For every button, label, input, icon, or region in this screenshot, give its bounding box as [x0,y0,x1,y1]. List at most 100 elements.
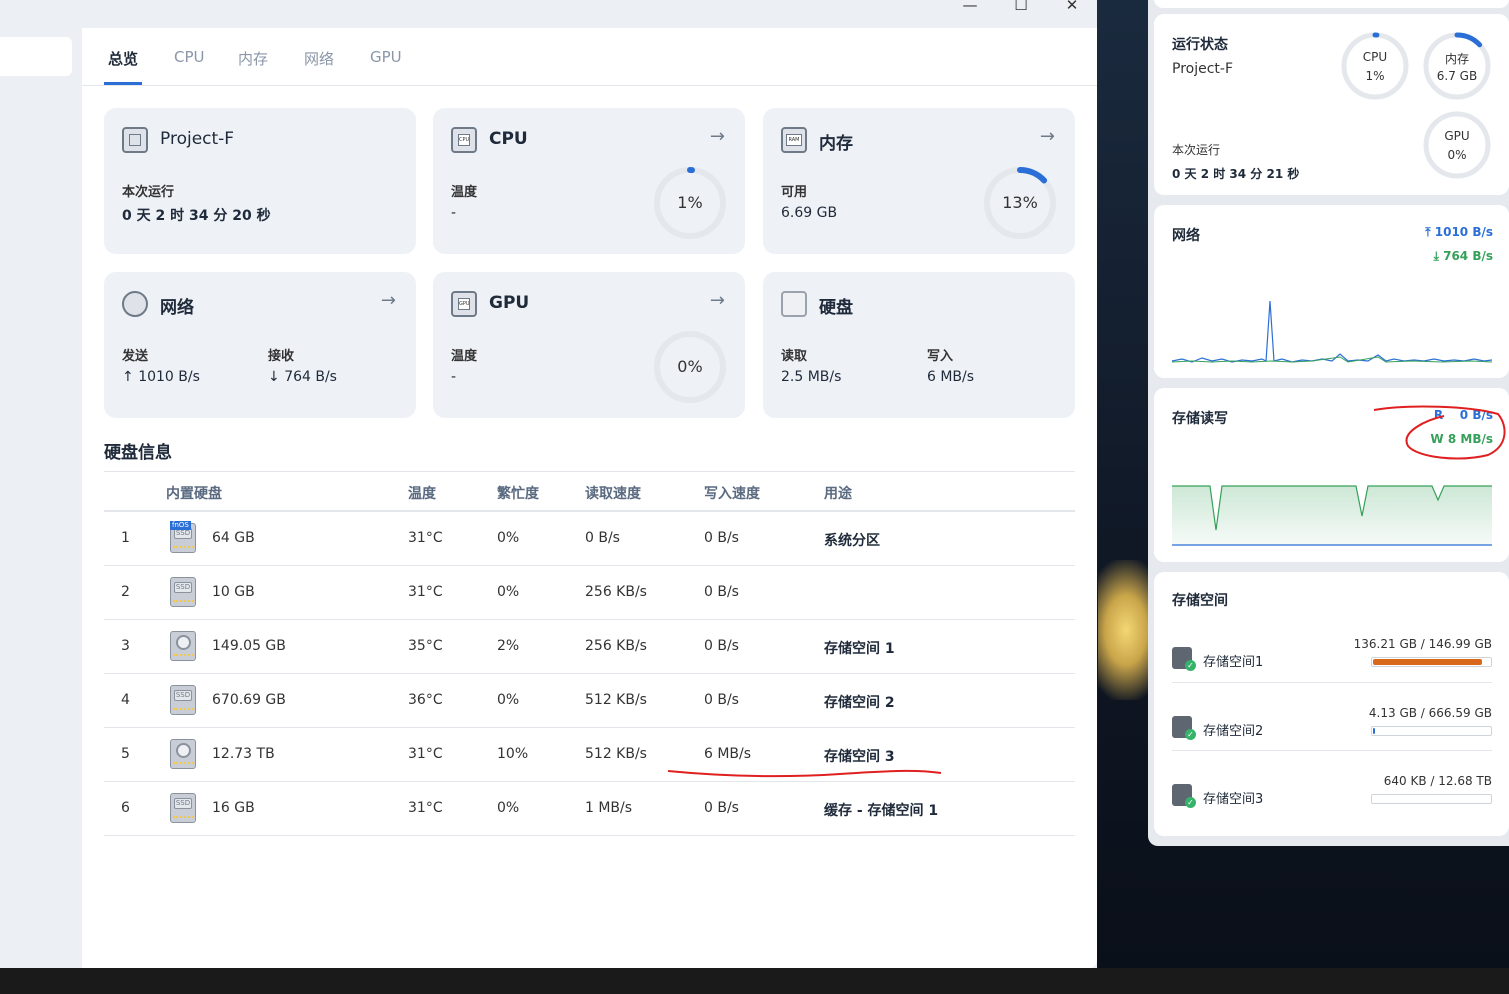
col-use: 用途 [824,486,852,502]
storage-io-title: 存储读写 [1172,411,1228,427]
disk-use: 系统分区 [824,533,880,549]
disk-table-header: 内置硬盘 温度 繁忙度 读取速度 写入速度 用途 [104,471,1075,512]
disk-use: 存储空间 1 [824,641,895,657]
disk-read: 256 KB/s [585,584,647,600]
memory-card[interactable]: RAM 内存 → 可用 6.69 GB 13% [763,108,1075,254]
col-disk: 内置硬盘 [166,486,222,502]
ram-icon: RAM [781,127,807,153]
cpu-card[interactable]: CPU CPU → 温度 - 1% [433,108,745,254]
memory-card-title: 内存 [819,134,853,154]
storage-usage-bar [1371,726,1492,736]
storage-io-widget[interactable]: 存储读写 R 0 B/s W 8 MB/s [1154,388,1509,562]
cpu-ring-value: 1% [1365,69,1385,83]
cpu-card-title: CPU [489,129,528,149]
widget-top-stub [1154,0,1509,8]
recv-label: 接收 [268,349,295,364]
tab-bar: 总览 CPU 内存 网络 GPU [82,28,1097,86]
tab-overview[interactable]: 总览 [108,48,138,69]
gpu-card-title: GPU [489,293,530,313]
storage-space-usage: 4.13 GB / 666.59 GB [1368,706,1492,720]
maximize-button[interactable]: ☐ [1001,0,1041,18]
gpu-card[interactable]: GPU GPU → 温度 - 0% [433,272,745,418]
gpu-ring: GPU 0% [1422,110,1492,180]
ssd-icon: SSD [170,577,196,607]
storage-space-title: 存储空间 [1172,593,1228,609]
disk-busy: 2% [497,638,520,654]
server-icon [122,127,148,153]
network-globe-icon [122,291,148,317]
disk-temp: 31°C [408,800,443,816]
col-temp: 温度 [408,486,436,502]
storage-space-name: 存储空间1 [1203,655,1264,670]
arrow-right-icon[interactable]: → [710,290,725,311]
status-uptime-value: 0 天 2 时 34 分 21 秒 [1172,167,1300,181]
storage-space-item[interactable]: ✓ 存储空间2 4.13 GB / 666.59 GB [1154,698,1509,766]
disk-card-title: 硬盘 [819,298,853,318]
minimize-button[interactable]: — [950,0,990,18]
tab-network[interactable]: 网络 [304,48,334,69]
network-widget[interactable]: 网络 ⤒ 1010 B/s ⤓ 764 B/s [1154,205,1509,378]
storage-usage-bar [1371,794,1492,804]
disk-read: 512 KB/s [585,692,647,708]
cpu-ring-label: CPU [1362,50,1388,64]
cpu-temp-label: 温度 [451,185,478,200]
status-widget[interactable]: 运行状态 Project-F 本次运行 0 天 2 时 34 分 21 秒 CP… [1154,14,1509,195]
network-card-title: 网络 [160,298,194,318]
table-row[interactable]: 2 SSD 10 GB 31°C 0% 256 KB/s 0 B/s [104,566,1075,620]
memory-ring-value: 6.7 GB [1436,69,1478,83]
storage-io-chart [1172,485,1492,546]
disk-write: 0 B/s [704,530,739,546]
disk-temp: 36°C [408,692,443,708]
memory-ring: 内存 6.7 GB [1422,31,1492,101]
disk-busy: 10% [497,746,529,762]
storage-space-item[interactable]: ✓ 存储空间1 136.21 GB / 146.99 GB [1154,629,1509,697]
gpu-temp-value: - [451,369,457,385]
table-row[interactable]: 5 12.73 TB 31°C 10% 512 KB/s 6 MB/s 存储空间… [104,728,1075,782]
memory-ring-label: 内存 [1444,52,1469,66]
storage-space-widget[interactable]: 存储空间 ✓ 存储空间1 136.21 GB / 146.99 GB ✓ 存储空… [1154,572,1509,836]
table-row[interactable]: 1 SSD fnOS 64 GB 31°C 0% 0 B/s 0 B/s 系统分… [104,512,1075,566]
recv-value: ↓ 764 B/s [268,369,337,385]
cpu-icon: CPU [451,127,477,153]
disk-write: 6 MB/s [704,746,752,762]
disk-write: 0 B/s [704,638,739,654]
uptime-label: 本次运行 [122,185,175,200]
table-row[interactable]: 3 149.05 GB 35°C 2% 256 KB/s 0 B/s 存储空间 … [104,620,1075,674]
row-index: 4 [121,692,130,708]
write-label: 写入 [927,349,954,364]
close-button[interactable]: ✕ [1052,0,1092,18]
disk-size: 16 GB [212,800,255,816]
cpu-ring: CPU 1% [1340,31,1410,101]
tab-gpu[interactable]: GPU [370,48,402,66]
table-row[interactable]: 4 SSD 670.69 GB 36°C 0% 512 KB/s 0 B/s 存… [104,674,1075,728]
hdd-icon [170,631,196,661]
cpu-usage-value: 1% [677,193,703,212]
disk-write: 0 B/s [704,692,739,708]
check-icon: ✓ [1185,797,1196,808]
tab-memory[interactable]: 内存 [238,48,268,69]
uptime-value: 0 天 2 时 34 分 20 秒 [122,208,271,224]
disk-temp: 31°C [408,584,443,600]
hard-drive-icon [781,291,807,317]
arrow-right-icon[interactable]: → [1040,126,1055,147]
status-title: 运行状态 [1172,37,1228,53]
disk-use: 缓存 - 存储空间 1 [824,803,939,819]
gpu-gauge: 0% [651,328,729,406]
status-host: Project-F [1172,61,1234,77]
tab-cpu[interactable]: CPU [174,48,205,66]
arrow-right-icon[interactable]: → [710,126,725,147]
network-sparkline [1172,300,1492,363]
network-card[interactable]: 网络 → 发送 ↑ 1010 B/s 接收 ↓ 764 B/s [104,272,416,418]
download-icon: ⤓ [1433,249,1444,263]
storage-read-rate: R 0 B/s [1433,408,1493,422]
arrow-right-icon[interactable]: → [381,290,396,311]
disk-size: 64 GB [212,530,255,546]
ssd-icon: SSD [170,685,196,715]
col-busy: 繁忙度 [497,486,539,502]
storage-space-item[interactable]: ✓ 存储空间3 640 KB / 12.68 TB [1154,766,1509,834]
cpu-temp-value: - [451,205,457,221]
check-icon: ✓ [1185,660,1196,671]
sidebar-selected-item[interactable] [0,37,72,76]
gpu-temp-label: 温度 [451,349,478,364]
table-row[interactable]: 6 SSD 16 GB 31°C 0% 1 MB/s 0 B/s 缓存 - 存储… [104,782,1075,836]
